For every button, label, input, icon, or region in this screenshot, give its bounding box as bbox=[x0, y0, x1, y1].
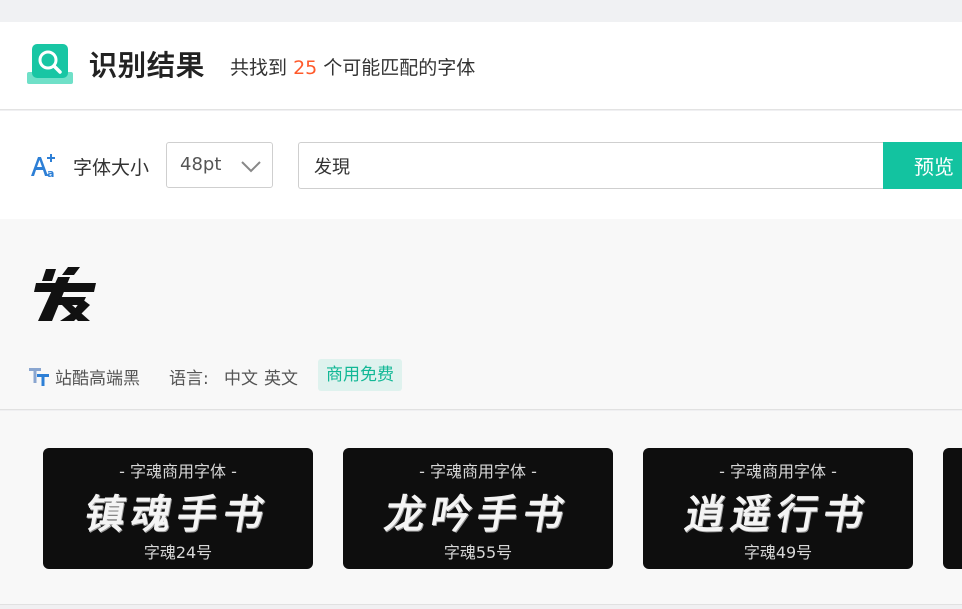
ad-card-number: 字魂55号 bbox=[443, 543, 513, 562]
font-size-select[interactable]: 48pt bbox=[166, 142, 273, 188]
language-label: 语言: bbox=[169, 369, 209, 389]
result-summary: 共找到 25 个可能匹配的字体 bbox=[230, 53, 475, 80]
ad-card-number: 字魂49号 bbox=[743, 543, 813, 562]
preview-toolbar: a 字体大小 48pt 预览 bbox=[0, 111, 962, 219]
result-header: 识别结果 共找到 25 个可能匹配的字体 bbox=[0, 22, 962, 110]
font-type-icon bbox=[29, 368, 49, 386]
summary-prefix: 共找到 bbox=[230, 57, 288, 79]
search-font-logo-icon bbox=[27, 44, 73, 84]
chevron-down-icon bbox=[241, 161, 261, 173]
recommended-fonts: - 字魂商用字体 - 镇魂手书 字魂24号 - 字魂商用字体 - 龙吟手书 字魂… bbox=[0, 411, 962, 605]
license-badge: 商用免费 bbox=[318, 359, 402, 391]
ad-card-art-text: 逍遥行书 bbox=[681, 491, 874, 538]
language-english: 英文 bbox=[264, 369, 298, 389]
page-title: 识别结果 bbox=[89, 49, 206, 82]
top-strip bbox=[0, 0, 962, 22]
summary-suffix: 个可能匹配的字体 bbox=[323, 57, 476, 79]
ad-card-1[interactable]: - 字魂商用字体 - 镇魂手书 字魂24号 bbox=[43, 448, 313, 569]
ad-card-caption: - 字魂商用字体 - bbox=[419, 462, 537, 481]
language-chinese: 中文 bbox=[224, 369, 258, 389]
ad-card-caption: - 字魂商用字体 - bbox=[719, 462, 837, 481]
ad-card-4-partial[interactable] bbox=[943, 448, 962, 569]
font-preview-glyph bbox=[34, 267, 96, 321]
preview-text-input[interactable] bbox=[298, 142, 884, 189]
svg-text:a: a bbox=[47, 167, 54, 179]
ad-card-art-text: 龙吟手书 bbox=[381, 491, 574, 538]
ad-card-caption: - 字魂商用字体 - bbox=[119, 462, 237, 481]
font-result-item[interactable]: 站酷高端黑 语言: 中文 英文 商用免费 bbox=[0, 219, 962, 410]
font-name-link[interactable]: 站酷高端黑 bbox=[55, 364, 140, 389]
ad-card-art-text: 镇魂手书 bbox=[81, 491, 274, 538]
result-count: 25 bbox=[293, 57, 318, 79]
ad-card-3[interactable]: - 字魂商用字体 - 逍遥行书 字魂49号 bbox=[643, 448, 913, 569]
font-size-label: 字体大小 bbox=[73, 157, 150, 179]
font-size-icon: a bbox=[31, 154, 55, 179]
ad-card-number: 字魂24号 bbox=[143, 543, 213, 562]
preview-button[interactable]: 预览 bbox=[883, 142, 962, 189]
ad-card-2[interactable]: - 字魂商用字体 - 龙吟手书 字魂55号 bbox=[343, 448, 613, 569]
font-size-value: 48pt bbox=[180, 154, 222, 175]
font-meta: 站酷高端黑 语言: 中文 英文 商用免费 bbox=[28, 359, 628, 391]
